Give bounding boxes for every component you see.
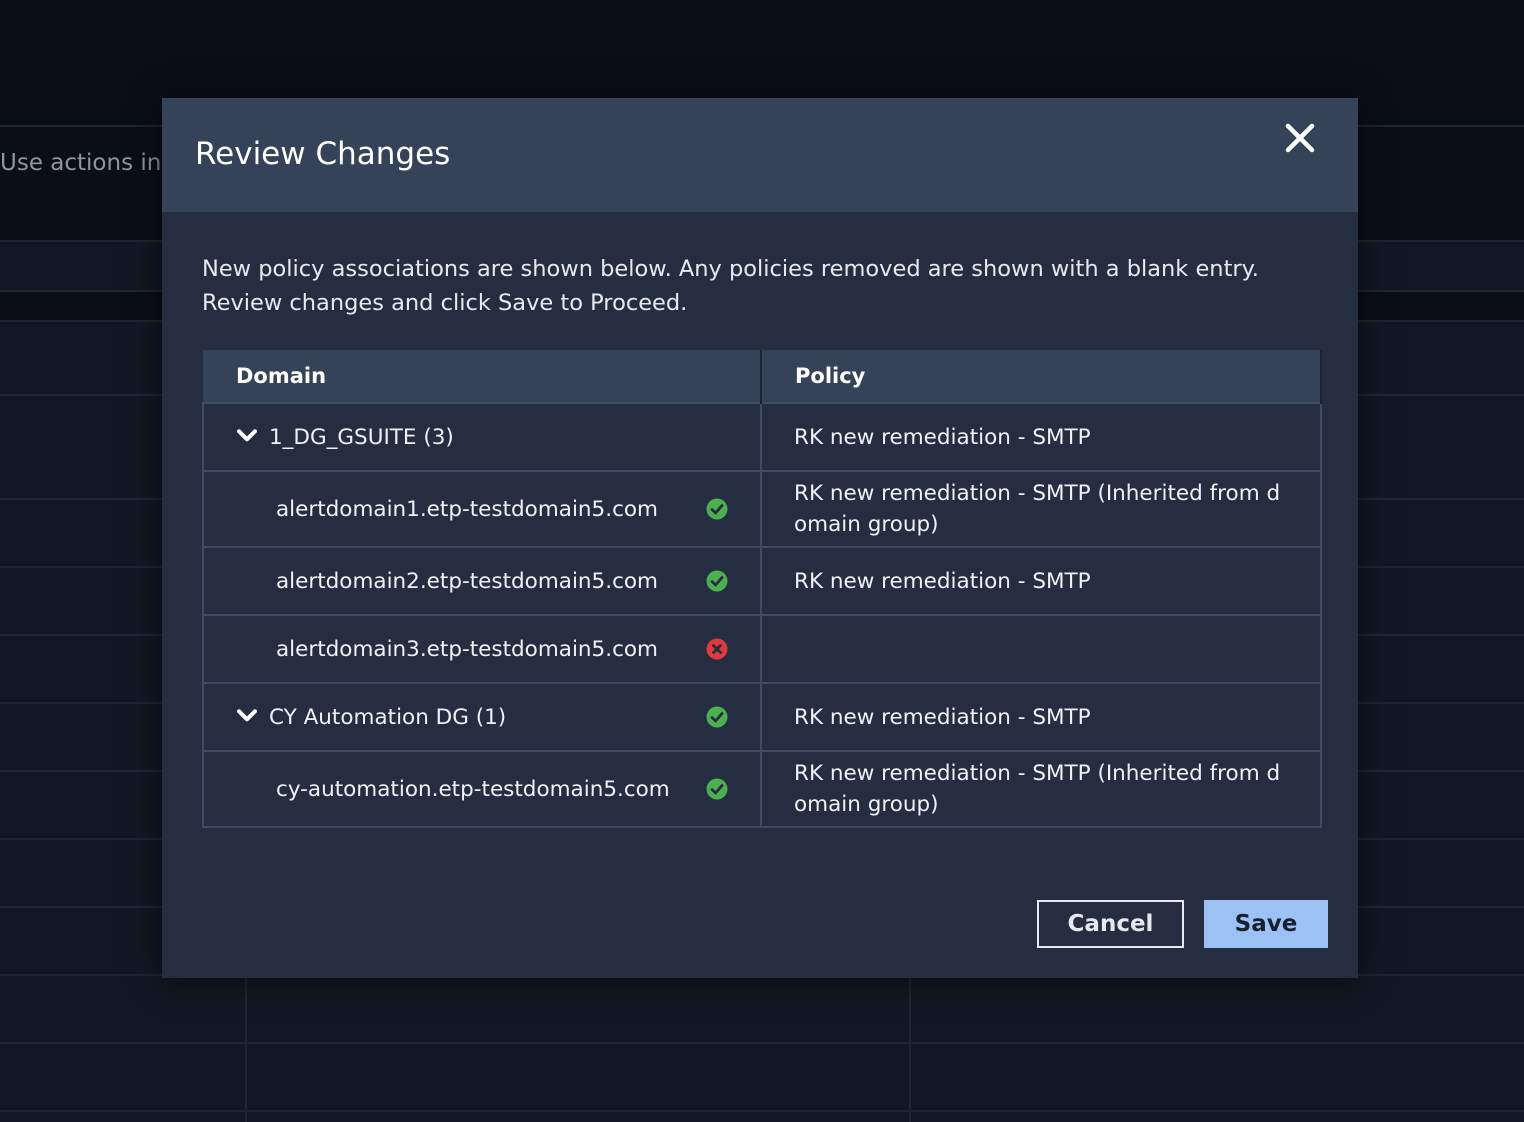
table-header-row: Domain Policy xyxy=(203,350,1322,403)
close-icon xyxy=(1285,123,1315,153)
policy-cell: RK new remediation - SMTP (Inherited fro… xyxy=(760,750,1322,828)
domain-cell: alertdomain1.etp-testdomain5.com xyxy=(202,470,762,548)
dialog-title: Review Changes xyxy=(195,136,451,172)
table-row: 1_DG_GSUITE (3) RK new remediation - SMTP xyxy=(202,402,1322,472)
x-circle-icon xyxy=(706,638,728,660)
column-header-domain: Domain xyxy=(203,350,762,403)
policy-cell: RK new remediation - SMTP xyxy=(760,682,1322,752)
description-line-2: Review changes and click Save to Proceed… xyxy=(202,290,688,316)
domain-name: cy-automation.etp-testdomain5.com xyxy=(276,776,670,802)
dialog-header: Review Changes xyxy=(162,98,1358,212)
domain-name: alertdomain2.etp-testdomain5.com xyxy=(276,568,658,594)
domain-cell[interactable]: CY Automation DG (1) xyxy=(202,682,762,752)
chevron-down-icon[interactable] xyxy=(237,429,257,443)
policy-cell: RK new remediation - SMTP xyxy=(760,546,1322,616)
table-row: alertdomain1.etp-testdomain5.com RK new r… xyxy=(202,470,1322,548)
policy-cell xyxy=(760,614,1322,684)
dialog-description: New policy associations are shown below.… xyxy=(202,252,1322,320)
policy-cell: RK new remediation - SMTP xyxy=(760,402,1322,472)
domain-cell: alertdomain2.etp-testdomain5.com xyxy=(202,546,762,616)
save-button[interactable]: Save xyxy=(1204,900,1328,948)
table-row: alertdomain3.etp-testdomain5.com xyxy=(202,614,1322,684)
domain-cell[interactable]: 1_DG_GSUITE (3) xyxy=(202,402,762,472)
close-button[interactable] xyxy=(1280,118,1320,158)
chevron-down-icon[interactable] xyxy=(237,709,257,723)
check-circle-icon xyxy=(706,778,728,800)
check-circle-icon xyxy=(706,498,728,520)
domain-cell: alertdomain3.etp-testdomain5.com xyxy=(202,614,762,684)
check-circle-icon xyxy=(706,706,728,728)
table-row: alertdomain2.etp-testdomain5.com RK new r… xyxy=(202,546,1322,616)
cancel-button[interactable]: Cancel xyxy=(1037,900,1184,948)
check-circle-icon xyxy=(706,570,728,592)
domain-name: alertdomain3.etp-testdomain5.com xyxy=(276,636,658,662)
background-hint-text: Use actions in xyxy=(0,150,162,176)
policy-cell: RK new remediation - SMTP (Inherited fro… xyxy=(760,470,1322,548)
review-changes-dialog: Review Changes New policy associations a… xyxy=(162,98,1358,978)
table-row: CY Automation DG (1) RK new remediation -… xyxy=(202,682,1322,752)
changes-table: Domain Policy 1_DG_GSUITE (3) RK new reme… xyxy=(202,350,1322,828)
domain-cell: cy-automation.etp-testdomain5.com xyxy=(202,750,762,828)
table-row: cy-automation.etp-testdomain5.com RK new … xyxy=(202,750,1322,828)
column-header-policy: Policy xyxy=(761,350,1322,403)
domain-name: alertdomain1.etp-testdomain5.com xyxy=(276,496,658,522)
description-line-1: New policy associations are shown below.… xyxy=(202,256,1259,282)
